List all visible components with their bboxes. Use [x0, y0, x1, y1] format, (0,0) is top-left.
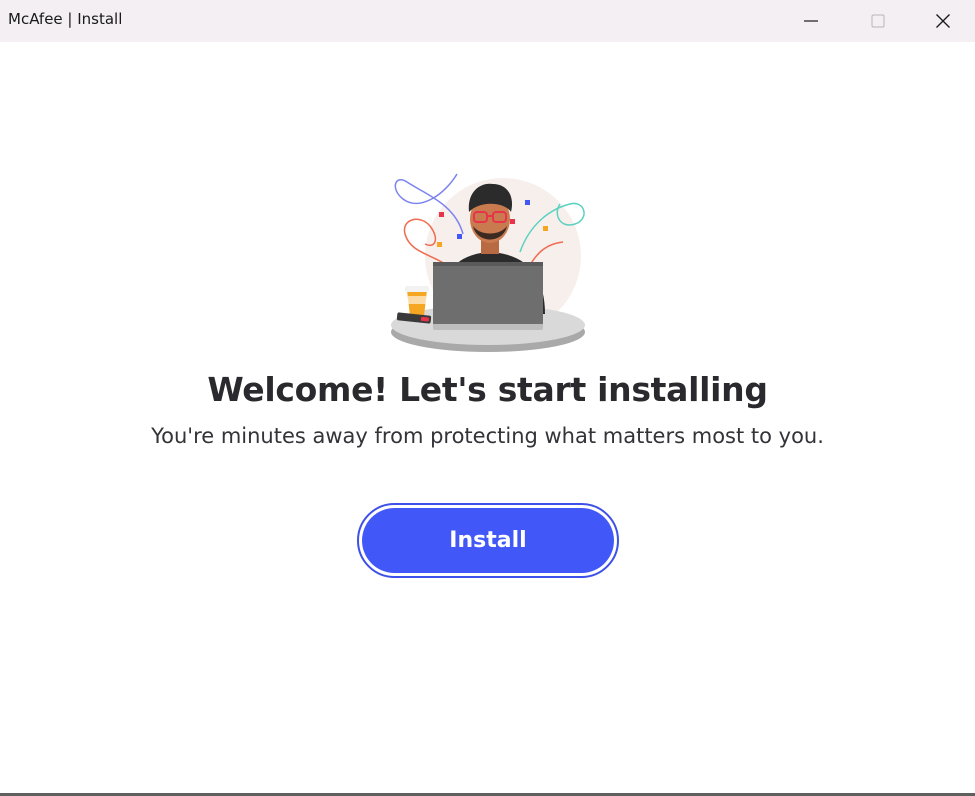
- minimize-icon: [803, 20, 818, 22]
- installer-content: Welcome! Let's start installing You're m…: [0, 42, 975, 793]
- person-with-laptop-illustration: [391, 173, 585, 352]
- install-button[interactable]: Install: [362, 508, 614, 573]
- close-icon: [936, 14, 950, 28]
- title-bar[interactable]: McAfee | Install: [0, 0, 975, 42]
- minimize-button[interactable]: [777, 0, 844, 42]
- close-button[interactable]: [911, 0, 975, 42]
- welcome-subheadline: You're minutes away from protecting what…: [151, 424, 824, 448]
- installer-window: McAfee | Install Welcome! Let's start in…: [0, 0, 975, 796]
- install-button-focus-ring: Install: [357, 503, 619, 578]
- window-title: McAfee | Install: [8, 10, 123, 28]
- maximize-button: [844, 0, 911, 42]
- maximize-icon: [871, 14, 884, 28]
- welcome-headline: Welcome! Let's start installing: [207, 370, 768, 409]
